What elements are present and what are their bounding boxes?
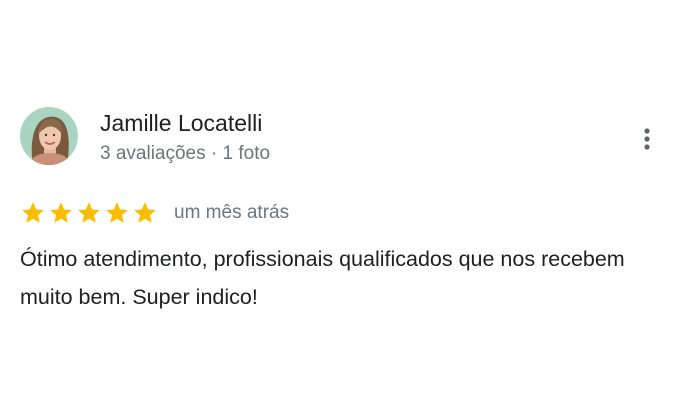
avatar-photo-icon bbox=[20, 107, 78, 165]
author-meta: 3 avaliações · 1 foto bbox=[100, 142, 270, 166]
avatar[interactable] bbox=[20, 107, 78, 165]
photos-count: 1 foto bbox=[222, 143, 271, 164]
review-text: Ótimo atendimento, profissionais qualifi… bbox=[20, 247, 625, 309]
rating-row: um mês atrás bbox=[20, 200, 289, 226]
review-date: um mês atrás bbox=[174, 202, 290, 223]
star-icon bbox=[104, 200, 130, 226]
more-options-button[interactable] bbox=[634, 124, 660, 154]
star-icon bbox=[132, 200, 158, 226]
star-rating bbox=[20, 200, 158, 226]
author-name[interactable]: Jamille Locatelli bbox=[100, 109, 262, 137]
star-icon bbox=[48, 200, 74, 226]
more-vert-icon bbox=[644, 128, 650, 150]
star-icon bbox=[20, 200, 46, 226]
reviews-count: 3 avaliações bbox=[100, 143, 206, 164]
meta-separator: · bbox=[210, 143, 218, 164]
review-card: Jamille Locatelli 3 avaliações · 1 foto … bbox=[0, 0, 700, 400]
star-icon bbox=[76, 200, 102, 226]
